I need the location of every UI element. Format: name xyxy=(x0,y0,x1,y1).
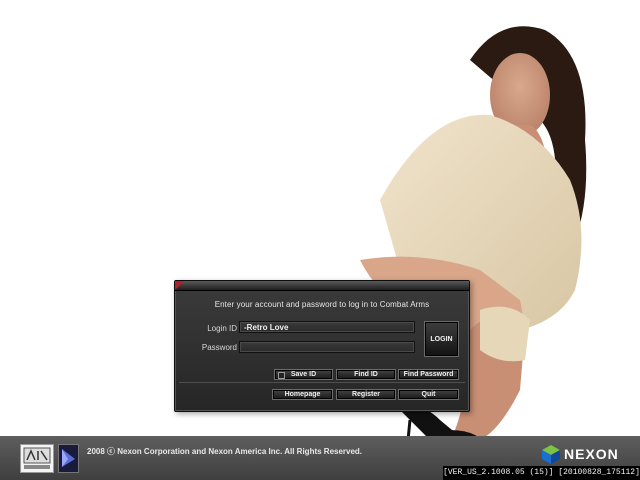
quit-label: Quit xyxy=(421,391,436,398)
password-label: Password xyxy=(201,343,237,352)
login-prompt-text: Enter your account and password to log i… xyxy=(214,300,430,309)
login-dialog: Enter your account and password to log i… xyxy=(174,280,470,412)
login-button[interactable]: LOGIN xyxy=(424,321,459,357)
engine-logo-icon xyxy=(58,444,79,473)
register-label: Register xyxy=(351,391,380,398)
find-password-label: Find Password xyxy=(403,371,454,378)
dialog-divider xyxy=(179,382,465,383)
save-id-button[interactable]: Save ID xyxy=(274,369,333,380)
nexon-brand-text: NEXON xyxy=(564,446,619,462)
dialog-title-bar xyxy=(175,281,469,291)
nexon-logo: NEXON xyxy=(541,445,619,464)
register-button[interactable]: Register xyxy=(336,389,396,400)
login-id-input[interactable] xyxy=(239,321,415,333)
nexon-cube-icon xyxy=(542,445,560,464)
find-id-label: Find ID xyxy=(354,371,378,378)
homepage-label: Homepage xyxy=(284,391,321,398)
quit-button[interactable]: Quit xyxy=(398,389,459,400)
copyright-text: 2008 ⓒ Nexon Corporation and Nexon Ameri… xyxy=(87,447,363,456)
save-id-checkbox-icon[interactable] xyxy=(278,372,285,379)
login-id-label: Login ID xyxy=(207,324,237,333)
password-input[interactable] xyxy=(239,341,415,353)
login-button-label: LOGIN xyxy=(430,335,453,343)
save-id-label: Save ID xyxy=(290,371,317,378)
find-id-button[interactable]: Find ID xyxy=(336,369,396,380)
corner-accent-icon xyxy=(175,281,184,290)
rating-badge-icon xyxy=(20,444,54,473)
find-password-button[interactable]: Find Password xyxy=(398,369,459,380)
version-info: [VER_US_2.1008.05 (15)] [20100828_175112… xyxy=(443,466,640,480)
homepage-button[interactable]: Homepage xyxy=(272,389,333,400)
